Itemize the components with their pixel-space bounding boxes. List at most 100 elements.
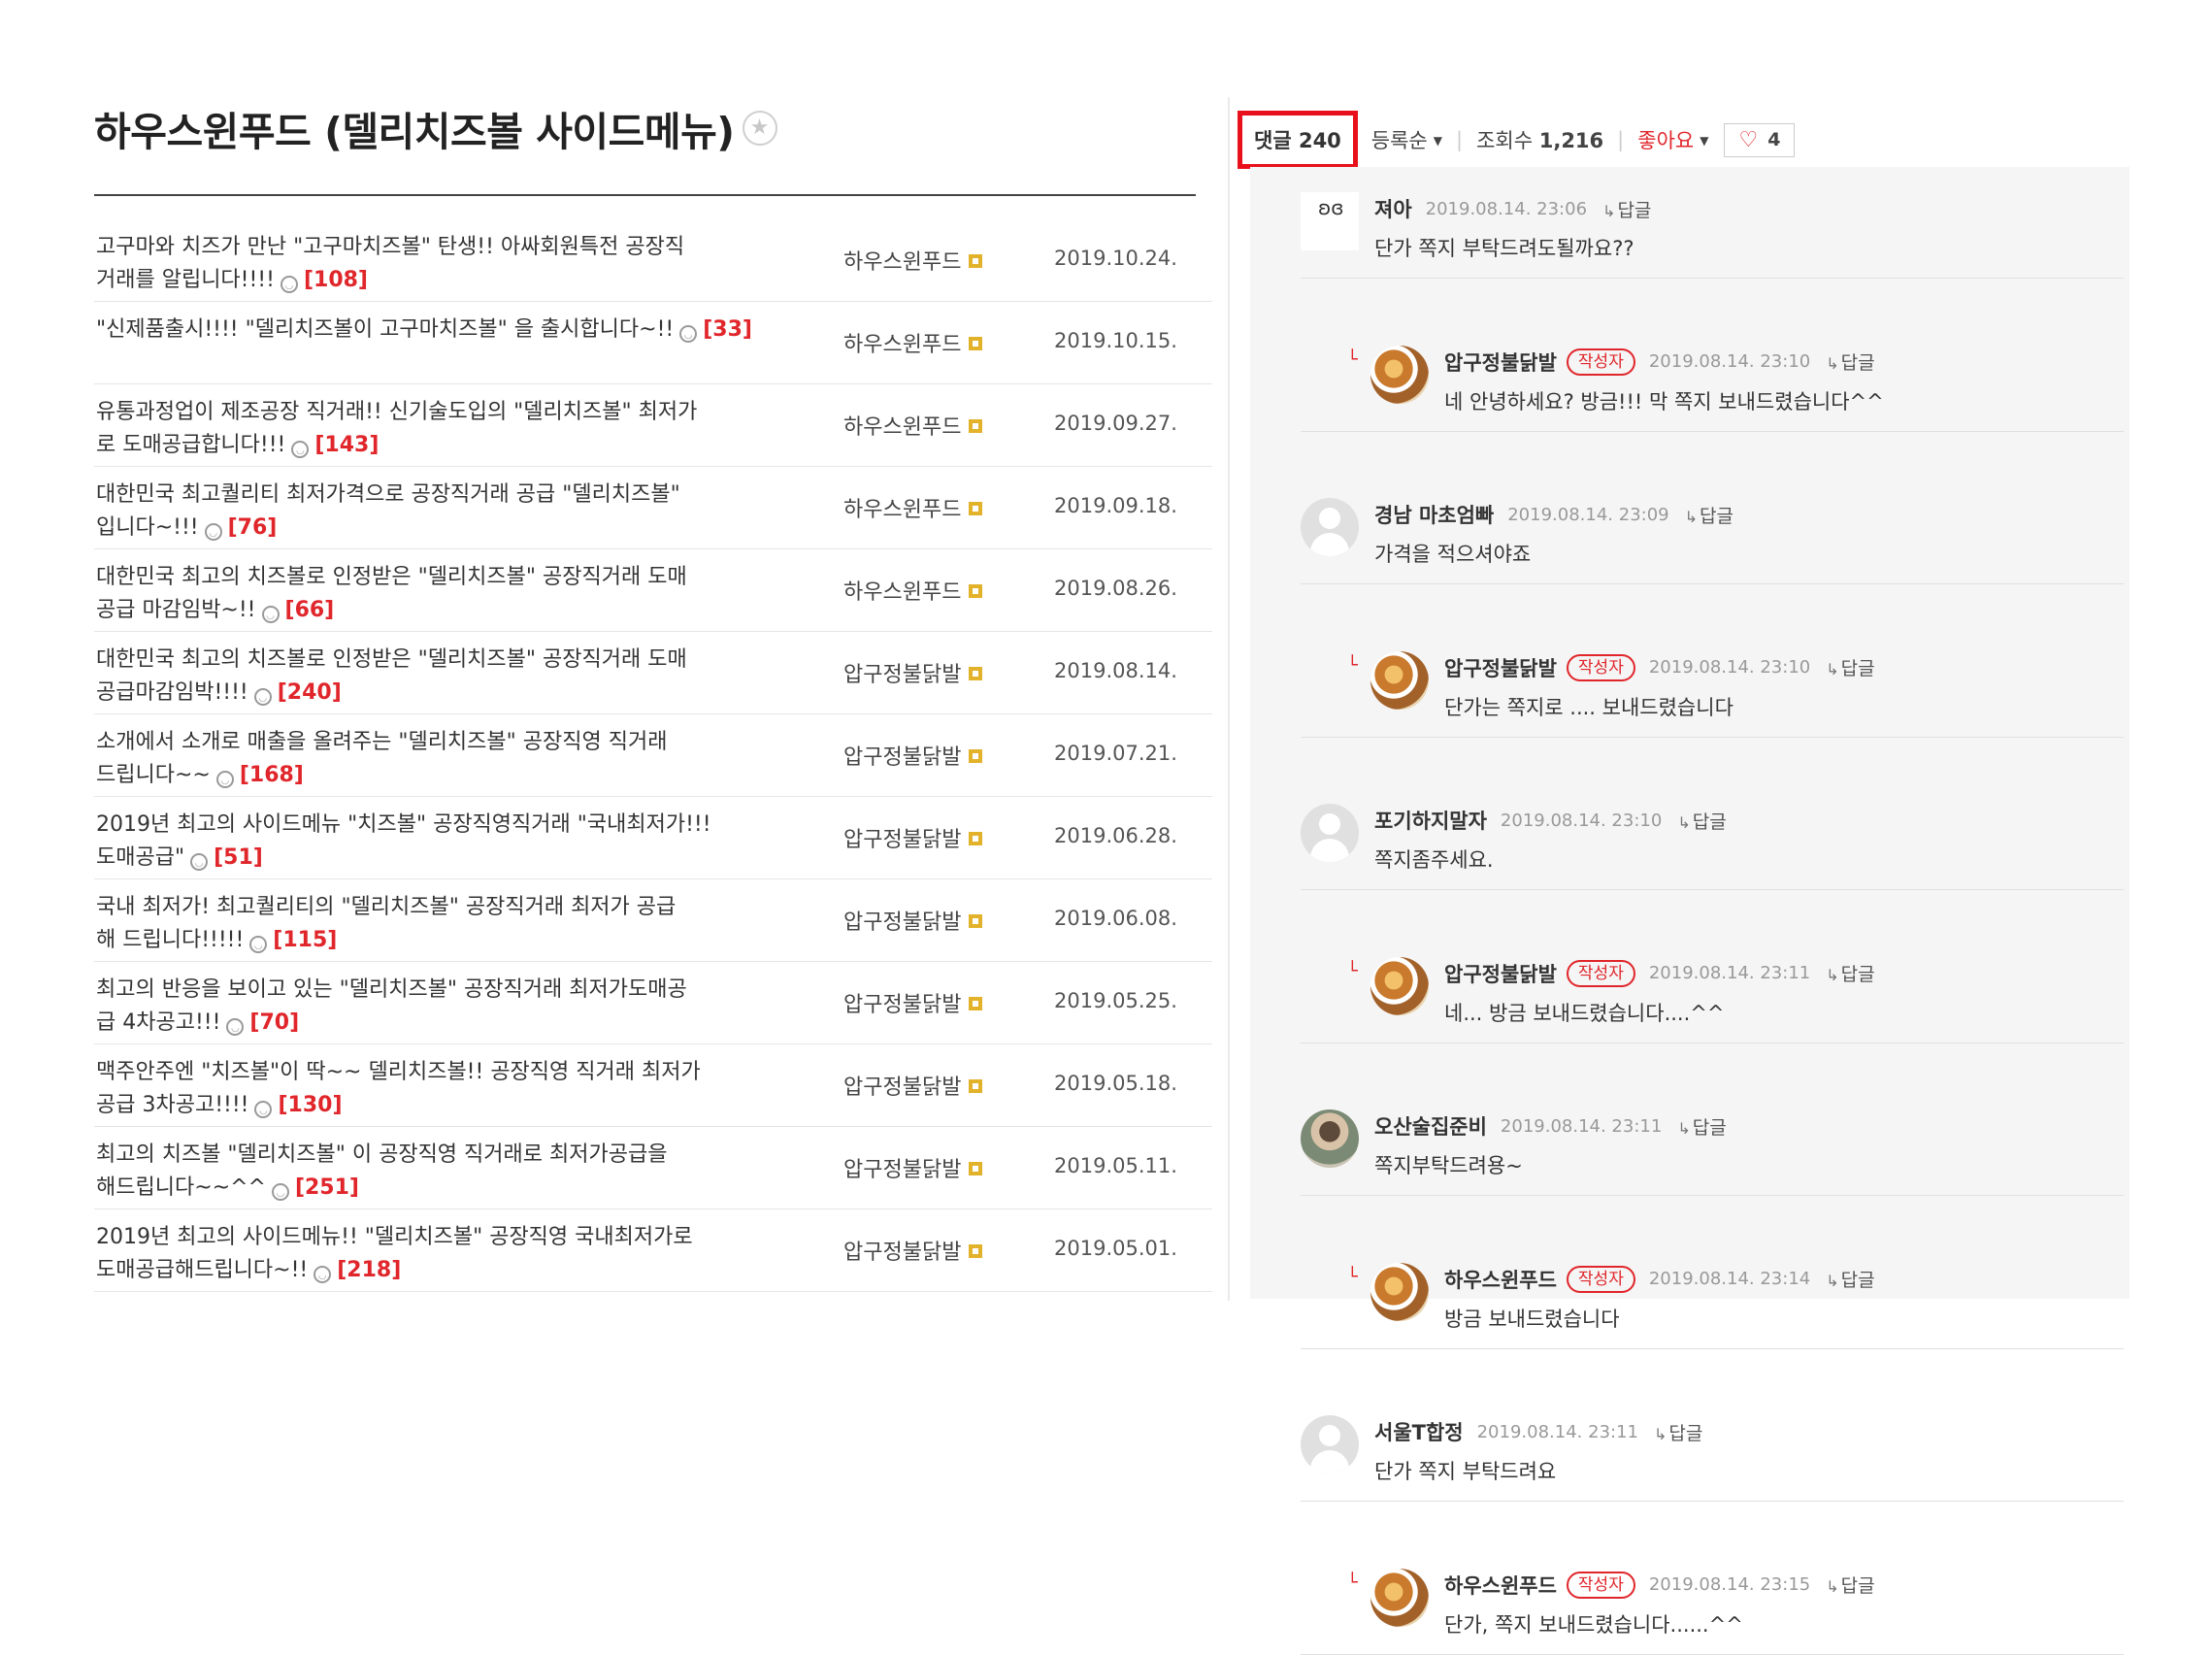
post-row[interactable]: 2019년 최고의 사이드메뉴 "치즈볼" 공장직영직거래 "국내최저가!!! 도…: [94, 797, 1212, 879]
reply-arrow-icon: └: [1347, 654, 1358, 676]
member-level-icon: [969, 502, 983, 515]
post-author[interactable]: 하우스윈푸드: [843, 245, 983, 276]
comment-count[interactable]: [33]: [703, 317, 752, 342]
reply-button[interactable]: ↳ 답글: [1826, 1572, 1874, 1598]
post-row[interactable]: 대한민국 최고퀄리티 최저가격으로 공장직거래 공급 "델리치즈볼" 입니다~!!…: [94, 467, 1212, 549]
reply-button[interactable]: ↳ 답글: [1826, 1266, 1874, 1292]
post-title-link[interactable]: 대한민국 최고퀄리티 최저가격으로 공장직거래 공급 "델리치즈볼" 입니다~!!…: [96, 479, 795, 545]
post-author[interactable]: 압구정불닭발: [843, 1070, 983, 1101]
post-title-link[interactable]: 대한민국 최고의 치즈볼로 인정받은 "델리치즈볼" 공장직거래 도매 공급마감임…: [96, 644, 795, 710]
like-button[interactable]: ♡ 4: [1724, 122, 1796, 157]
post-date: 2019.10.24.: [1054, 247, 1177, 270]
post-title-link[interactable]: 2019년 최고의 사이드메뉴 "치즈볼" 공장직영직거래 "국내최저가!!! 도…: [96, 809, 795, 875]
comment-count[interactable]: [108]: [304, 268, 368, 292]
post-title-link[interactable]: 맥주안주엔 "치즈볼"이 딱~~ 델리치즈볼!! 공장직영 직거래 최저가 공급 …: [96, 1056, 795, 1122]
post-title-link[interactable]: 2019년 최고의 사이드메뉴!! "델리치즈볼" 공장직영 국내최저가로 도매공…: [96, 1221, 795, 1287]
caret-down-icon: ▼: [1700, 134, 1709, 148]
reply-button[interactable]: ↳ 답글: [1677, 808, 1726, 834]
post-row[interactable]: 2019년 최고의 사이드메뉴!! "델리치즈볼" 공장직영 국내최저가로 도매공…: [94, 1209, 1212, 1292]
post-title-link[interactable]: 소개에서 소개로 매출을 올려주는 "델리치즈볼" 공장직영 직거래 드립니다~~…: [96, 726, 795, 792]
post-row[interactable]: 국내 최저가! 최고퀄리티의 "델리치즈볼" 공장직거래 최저가 공급 해 드립니…: [94, 879, 1212, 962]
comment-count[interactable]: [76]: [228, 515, 278, 540]
avatar[interactable]: [1301, 804, 1359, 862]
comment-author[interactable]: 압구정불닭발: [1444, 653, 1557, 682]
comment-count[interactable]: [115]: [273, 928, 337, 952]
post-title-line1: 최고의 치즈볼 "델리치즈볼" 이 공장직영 직거래로 최저가공급을: [96, 1142, 668, 1167]
post-author[interactable]: 압구정불닭발: [843, 1235, 983, 1266]
post-author[interactable]: 하우스윈푸드: [843, 575, 983, 606]
post-author[interactable]: 압구정불닭발: [843, 987, 983, 1018]
post-row[interactable]: 맥주안주엔 "치즈볼"이 딱~~ 델리치즈볼!! 공장직영 직거래 최저가 공급 …: [94, 1044, 1212, 1127]
comment-author[interactable]: 오산술집준비: [1374, 1111, 1487, 1141]
comment-count[interactable]: [70]: [249, 1010, 299, 1035]
post-author[interactable]: 하우스윈푸드: [843, 327, 983, 358]
avatar[interactable]: [1301, 1415, 1359, 1473]
like-sort-dropdown[interactable]: 좋아요 ▼: [1637, 125, 1708, 154]
avatar[interactable]: [1301, 498, 1359, 556]
comment-count[interactable]: [251]: [295, 1175, 359, 1200]
post-title-link[interactable]: 최고의 반응을 보이고 있는 "델리치즈볼" 공장직거래 최저가도매공 급 4차공…: [96, 974, 795, 1040]
post-title-link[interactable]: 대한민국 최고의 치즈볼로 인정받은 "델리치즈볼" 공장직거래 도매 공급 마감…: [96, 561, 795, 627]
reply-button[interactable]: ↳ 답글: [1826, 348, 1874, 375]
post-title-link[interactable]: "신제품출시!!!! "델리치즈볼이 고구마치즈볼" 을 출시합니다~!! ◡ [3…: [96, 314, 795, 347]
comment: 오산술집준비 2019.08.14. 23:11 ↳ 답글 쪽지부탁드려용~: [1301, 1084, 2124, 1196]
reply-button[interactable]: ↳ 답글: [1654, 1419, 1702, 1445]
post-author[interactable]: 하우스윈푸드: [843, 410, 983, 441]
post-author[interactable]: 하우스윈푸드: [843, 492, 983, 523]
star-icon[interactable]: ★: [742, 111, 777, 146]
avatar[interactable]: [1370, 1568, 1429, 1627]
comment-count[interactable]: [130]: [278, 1093, 342, 1117]
reply-button[interactable]: ↳ 답글: [1685, 502, 1733, 528]
avatar[interactable]: [1370, 956, 1429, 1015]
comment-author[interactable]: 압구정불닭발: [1444, 348, 1557, 377]
post-row[interactable]: 최고의 치즈볼 "델리치즈볼" 이 공장직영 직거래로 최저가공급을 해드립니다~…: [94, 1127, 1212, 1209]
comment-author[interactable]: 포기하지말자: [1374, 806, 1487, 835]
post-title-link[interactable]: 유통과정업이 제조공장 직거래!! 신기술도입의 "델리치즈볼" 최저가 로 도매…: [96, 396, 795, 462]
avatar[interactable]: [1370, 345, 1429, 404]
comment-author[interactable]: 서울T합정: [1374, 1417, 1464, 1446]
reply-button[interactable]: ↳ 답글: [1826, 960, 1874, 986]
comment-count[interactable]: [143]: [314, 433, 379, 457]
comment-text: 쪽지좀주세요.: [1374, 848, 1494, 872]
comment-author[interactable]: 하우스윈푸드: [1444, 1571, 1557, 1600]
post-author[interactable]: 압구정불닭발: [843, 740, 983, 771]
comment-count[interactable]: [218]: [337, 1258, 401, 1282]
comment: 서울T합정 2019.08.14. 23:11 ↳ 답글 단가 쪽지 부탁드려요: [1301, 1390, 2124, 1502]
comment-count[interactable]: [66]: [285, 598, 335, 622]
avatar[interactable]: ʚɞ: [1301, 192, 1359, 250]
comment-author[interactable]: 져아: [1374, 194, 1412, 223]
reply-arrow-icon: └: [1347, 1266, 1358, 1287]
post-row[interactable]: 고구마와 치즈가 만난 "고구마치즈볼" 탄생!! 아싸회원특전 공장직 거래를 …: [94, 219, 1212, 302]
comment-count[interactable]: [240]: [278, 680, 342, 705]
post-title-link[interactable]: 고구마와 치즈가 만난 "고구마치즈볼" 탄생!! 아싸회원특전 공장직 거래를 …: [96, 231, 795, 297]
post-title-line1: 고구마와 치즈가 만난 "고구마치즈볼" 탄생!! 아싸회원특전 공장직: [96, 235, 685, 259]
post-author[interactable]: 압구정불닭발: [843, 1152, 983, 1183]
comment-author[interactable]: 압구정불닭발: [1444, 959, 1557, 988]
avatar[interactable]: [1370, 650, 1429, 710]
reply-button[interactable]: ↳ 답글: [1826, 654, 1874, 680]
reply-button[interactable]: ↳ 답글: [1677, 1113, 1726, 1140]
post-row[interactable]: 소개에서 소개로 매출을 올려주는 "델리치즈볼" 공장직영 직거래 드립니다~~…: [94, 714, 1212, 797]
post-row[interactable]: "신제품출시!!!! "델리치즈볼이 고구마치즈볼" 을 출시합니다~!! ◡ [3…: [94, 302, 1212, 384]
post-row[interactable]: 최고의 반응을 보이고 있는 "델리치즈볼" 공장직거래 최저가도매공 급 4차공…: [94, 962, 1212, 1044]
comment-count[interactable]: [51]: [214, 845, 263, 870]
post-title-link[interactable]: 국내 최저가! 최고퀄리티의 "델리치즈볼" 공장직거래 최저가 공급 해 드립니…: [96, 891, 795, 957]
comment-author[interactable]: 하우스윈푸드: [1444, 1265, 1557, 1294]
comment-body: 포기하지말자 2019.08.14. 23:10 ↳ 답글 쪽지좀주세요.: [1301, 778, 2124, 889]
sort-dropdown[interactable]: 등록순 ▼: [1371, 125, 1442, 154]
comment-author[interactable]: 경남 마초엄빠: [1374, 500, 1494, 529]
author-name: 압구정불닭발: [843, 745, 962, 770]
post-row[interactable]: 대한민국 최고의 치즈볼로 인정받은 "델리치즈볼" 공장직거래 도매 공급 마감…: [94, 549, 1212, 632]
post-row[interactable]: 대한민국 최고의 치즈볼로 인정받은 "델리치즈볼" 공장직거래 도매 공급마감임…: [94, 632, 1212, 714]
comment-count[interactable]: [168]: [240, 763, 304, 787]
avatar[interactable]: [1301, 1109, 1359, 1168]
post-author[interactable]: 압구정불닭발: [843, 657, 983, 688]
post-list: 고구마와 치즈가 만난 "고구마치즈볼" 탄생!! 아싸회원특전 공장직 거래를 …: [94, 219, 1212, 1292]
post-title-link[interactable]: 최고의 치즈볼 "델리치즈볼" 이 공장직영 직거래로 최저가공급을 해드립니다~…: [96, 1139, 795, 1205]
post-row[interactable]: 유통과정업이 제조공장 직거래!! 신기술도입의 "델리치즈볼" 최저가 로 도매…: [94, 384, 1212, 467]
avatar[interactable]: [1370, 1262, 1429, 1321]
reply-button[interactable]: ↳ 답글: [1602, 196, 1651, 222]
comment-count-box[interactable]: 댓글 240: [1238, 111, 1358, 169]
post-author[interactable]: 압구정불닭발: [843, 905, 983, 936]
post-author[interactable]: 압구정불닭발: [843, 822, 983, 853]
